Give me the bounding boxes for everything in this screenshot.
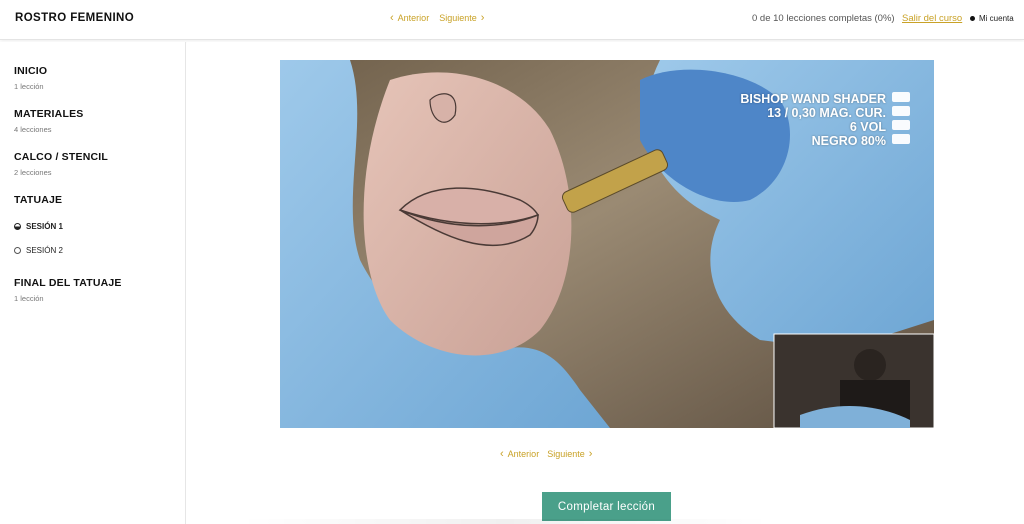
cartridge-icon [892,106,910,116]
lesson-label: SESIÓN 1 [26,222,63,231]
course-title: ROSTRO FEMENINO [15,12,135,24]
section-final-del-tatuaje[interactable]: FINAL DEL TATUAJE 1 lección [14,277,122,303]
course-progress-text: 0 de 10 lecciones completas (0%) [752,13,895,24]
needle-icon [892,92,910,102]
account-dot-icon [970,16,975,21]
prev-lesson-label: Anterior [507,449,540,459]
overlay-line: 13 / 0,30 MAG. CUR. [767,106,886,120]
chevron-left-icon: ‹ [500,447,504,460]
prev-lesson-link[interactable]: ‹ Anterior [390,11,430,24]
overlay-line: BISHOP WAND SHADER [740,92,886,106]
section-title: TATUAJE [14,194,63,206]
section-materiales[interactable]: MATERIALES 4 lecciones [14,108,83,134]
lesson-sesion-1[interactable]: SESIÓN 1 [14,222,63,231]
lesson-in-progress-icon [14,223,21,230]
next-lesson-label: Siguiente [547,449,585,459]
section-title: MATERIALES [14,108,84,120]
chevron-right-icon: › [480,11,485,24]
prev-lesson-link-bottom[interactable]: ‹ Anterior [500,447,540,460]
section-title: FINAL DEL TATUAJE [14,277,122,289]
overlay-line: NEGRO 80% [811,134,886,148]
section-inicio[interactable]: INICIO 1 lección [14,65,47,91]
section-lesson-count: 1 lección [14,294,44,303]
overlay-line: 6 VOL [849,120,886,134]
power-supply-icon [892,120,910,130]
section-lesson-count: 2 lecciones [14,168,52,177]
section-title: INICIO [14,65,48,77]
section-tatuaje[interactable]: TATUAJE [14,194,62,206]
bottom-shadow [240,519,770,524]
lesson-not-started-icon [14,247,21,254]
top-bar: ROSTRO FEMENINO ‹ Anterior Siguiente › 0… [0,0,1024,40]
overlay-icon-column [892,92,912,148]
next-lesson-link[interactable]: Siguiente › [439,11,485,24]
account-label: Mi cuenta [979,14,1014,23]
section-lesson-count: 1 lección [14,82,44,91]
exit-course-link[interactable]: Salir del curso [902,13,962,24]
complete-lesson-button[interactable]: Completar lección [542,492,671,521]
bottom-lesson-nav: ‹ Anterior Siguiente › [500,447,593,460]
lesson-sesion-2[interactable]: SESIÓN 2 [14,246,63,255]
video-overlay-text: BISHOP WAND SHADER 13 / 0,30 MAG. CUR. 6… [740,92,886,148]
lesson-label: SESIÓN 2 [26,246,63,255]
ink-cup-icon [892,134,910,144]
account-menu[interactable]: Mi cuenta [970,14,1014,23]
next-lesson-label: Siguiente [439,13,477,23]
lesson-video-player[interactable]: BISHOP WAND SHADER 13 / 0,30 MAG. CUR. 6… [280,60,934,428]
course-sidebar: INICIO 1 lección MATERIALES 4 lecciones … [0,42,186,524]
section-title: CALCO / STENCIL [14,151,108,163]
chevron-right-icon: › [588,447,593,460]
prev-lesson-label: Anterior [397,13,430,23]
next-lesson-link-bottom[interactable]: Siguiente › [547,447,593,460]
section-lesson-count: 4 lecciones [14,125,52,134]
section-calco-stencil[interactable]: CALCO / STENCIL 2 lecciones [14,151,108,177]
chevron-left-icon: ‹ [390,11,394,24]
top-lesson-nav: ‹ Anterior Siguiente › [390,11,485,24]
